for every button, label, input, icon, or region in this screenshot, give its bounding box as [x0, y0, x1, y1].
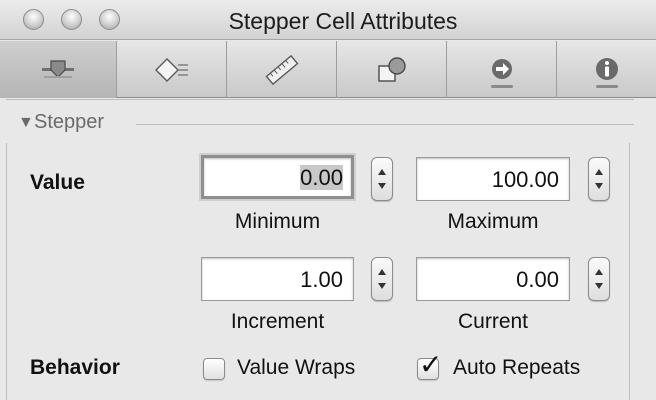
connections-arrow-icon [487, 55, 517, 85]
stepper-down-arrow-icon[interactable] [595, 183, 603, 189]
increment-stepper[interactable] [371, 257, 393, 301]
stepper-down-arrow-icon[interactable] [378, 283, 386, 289]
stepper-down-arrow-icon[interactable] [378, 183, 386, 189]
value-wraps-checkbox[interactable] [203, 358, 225, 380]
stepper-up-arrow-icon[interactable] [378, 269, 386, 275]
inspector-toolbar [0, 41, 656, 98]
current-caption: Current [457, 310, 529, 333]
tab-attributes[interactable] [0, 41, 117, 98]
maximum-caption: Maximum [447, 210, 539, 233]
current-value: 0.00 [516, 267, 559, 292]
tab-underline [490, 85, 513, 88]
value-label: Value [30, 171, 85, 194]
tab-effects[interactable] [117, 41, 227, 98]
auto-repeats-label[interactable]: Auto Repeats [453, 356, 580, 380]
auto-repeats-checkbox[interactable]: ✓ [417, 351, 442, 380]
window-title: Stepper Cell Attributes [228, 8, 458, 34]
section-title: Stepper [34, 111, 105, 133]
stepper-up-arrow-icon[interactable] [595, 269, 603, 275]
current-stepper[interactable] [588, 257, 610, 301]
behavior-label: Behavior [30, 356, 120, 379]
section-divider [136, 124, 634, 125]
tab-underline [595, 85, 618, 88]
title-bar: Stepper Cell Attributes [0, 0, 656, 40]
attributes-panel: ▼ Stepper Value 0.00 Minimum 100.00 Maxi… [0, 99, 656, 400]
increment-field[interactable]: 1.00 [201, 257, 354, 301]
disclosure-triangle-icon[interactable]: ▼ [18, 114, 34, 132]
stepper-up-arrow-icon[interactable] [595, 169, 603, 175]
current-field[interactable]: 0.00 [416, 257, 570, 301]
minimum-value: 0.00 [300, 165, 343, 190]
size-ruler-icon [264, 54, 300, 85]
stepper-section-header[interactable]: ▼ Stepper [6, 99, 634, 143]
maximum-value: 100.00 [491, 167, 559, 192]
bindings-shapes-icon [374, 55, 410, 85]
tab-connections[interactable] [447, 41, 557, 98]
stepper-down-arrow-icon[interactable] [595, 283, 603, 289]
tab-identity[interactable] [557, 41, 656, 98]
identity-info-icon [592, 55, 622, 85]
stepper-section-content: Value 0.00 Minimum 100.00 Maximum 1.00 I… [6, 143, 630, 400]
minimum-caption: Minimum [234, 210, 321, 233]
maximum-field[interactable]: 100.00 [416, 157, 570, 201]
minimum-stepper[interactable] [371, 157, 393, 201]
stepper-up-arrow-icon[interactable] [378, 169, 386, 175]
increment-caption: Increment [230, 310, 325, 333]
value-wraps-label[interactable]: Value Wraps [237, 356, 355, 380]
checkmark-icon: ✓ [419, 349, 443, 380]
tab-size[interactable] [227, 41, 337, 98]
effects-diamond-icon [154, 57, 190, 83]
increment-value: 1.00 [300, 267, 343, 292]
maximum-stepper[interactable] [588, 157, 610, 201]
attributes-slider-icon [40, 58, 76, 82]
tab-bindings[interactable] [337, 41, 447, 98]
minimum-field[interactable]: 0.00 [201, 155, 354, 199]
